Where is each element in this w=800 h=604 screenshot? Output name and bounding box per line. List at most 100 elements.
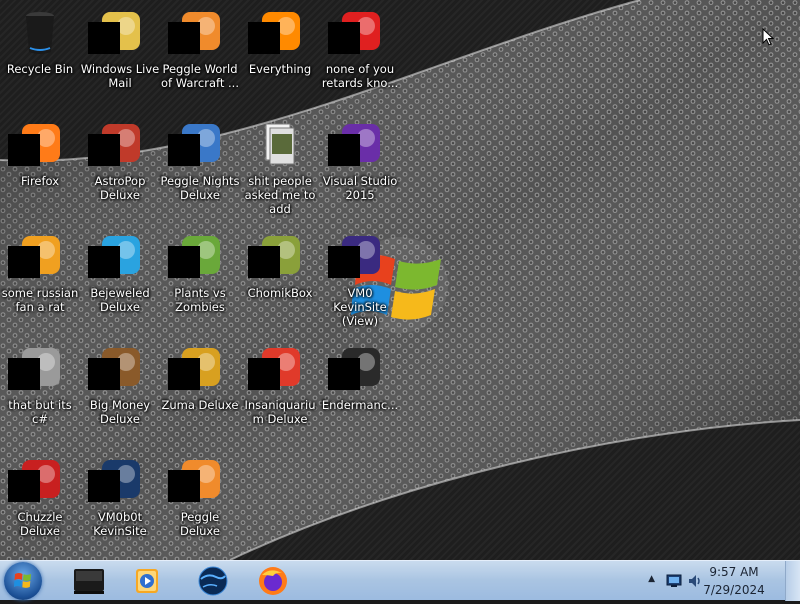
redaction-box [88, 246, 120, 278]
desktop-icon-label: Insaniquarium Deluxe [244, 398, 316, 426]
desktop-icon[interactable]: that but its c# [0, 338, 80, 448]
desktop-icon-label: VM0b0t KevinSite [93, 510, 147, 538]
redaction-box [88, 470, 120, 502]
desktop-icon-label: Bejeweled Deluxe [90, 286, 150, 314]
desktop-icon-label: shit people asked me to add [244, 174, 316, 216]
bejeweled-icon [88, 232, 144, 280]
vm-icon [328, 232, 384, 280]
desktop-icon[interactable]: VM0 KevinSite (View) [320, 226, 400, 336]
terminal-icon [328, 344, 384, 392]
desktop-icon[interactable]: VM0b0t KevinSite [80, 450, 160, 560]
globe-icon [198, 566, 228, 596]
show-desktop-button[interactable] [785, 561, 800, 601]
peggle-nights-icon [168, 120, 224, 168]
desktop-icon[interactable]: Firefox [0, 114, 80, 224]
redaction-box [248, 22, 280, 54]
recycle-bin-icon [16, 8, 64, 56]
desktop-icon[interactable]: none of you retards kno... [320, 2, 400, 112]
desktop-icon-label: that but its c# [8, 398, 72, 426]
desktop-icon[interactable]: Visual Studio 2015 [320, 114, 400, 224]
redaction-box [328, 358, 360, 390]
chuzzle-icon [8, 456, 64, 504]
desktop-icon[interactable]: some russian fan a rat [0, 226, 80, 336]
desktop-icon-label: VM0 KevinSite (View) [333, 286, 387, 328]
redaction-box [8, 246, 40, 278]
windows-live-mail-icon [88, 8, 144, 56]
redaction-box [328, 246, 360, 278]
plants-vs-zombies-icon [168, 232, 224, 280]
redaction-box [168, 246, 200, 278]
redaction-box [168, 134, 200, 166]
zuma-icon [168, 344, 224, 392]
redaction-box [88, 358, 120, 390]
desktop-icon-label: Endermanc... [321, 398, 399, 412]
redaction-box [8, 134, 40, 166]
desktop-icon[interactable]: AstroPop Deluxe [80, 114, 160, 224]
redaction-box [168, 358, 200, 390]
taskbar-firefox-button[interactable] [246, 563, 300, 599]
desktop-icon[interactable]: Peggle World of Warcraft ... [160, 2, 240, 112]
desktop-icon-label: Visual Studio 2015 [322, 174, 398, 202]
big-money-icon [88, 344, 144, 392]
folder-icon [256, 120, 304, 168]
desktop-icon[interactable]: Chuzzle Deluxe [0, 450, 80, 560]
desktop-icon-label: Peggle Deluxe [180, 510, 220, 538]
desktop-icon[interactable]: Plants vs Zombies [160, 226, 240, 336]
redaction-box [248, 358, 280, 390]
media-player-icon [136, 569, 158, 593]
desktop-icon-label: Zuma Deluxe [161, 398, 239, 412]
desktop-icon[interactable]: Everything [240, 2, 320, 112]
red-circle-icon [328, 8, 384, 56]
desktop-icon[interactable]: Endermanc... [320, 338, 400, 448]
clock-date[interactable]: 7/29/2024 [694, 583, 774, 597]
desktop-icon[interactable]: Insaniquarium Deluxe [240, 338, 320, 448]
clock-time[interactable]: 9:57 AM [694, 565, 774, 579]
desktop-icon-label: Recycle Bin [6, 62, 74, 76]
insaniquarium-icon [248, 344, 304, 392]
desktop-icon[interactable]: shit people asked me to add [240, 114, 320, 224]
desktop-icon-label: none of you retards kno... [321, 62, 399, 90]
desktop-icon[interactable]: Bejeweled Deluxe [80, 226, 160, 336]
desktop-icon[interactable]: ChomikBox [240, 226, 320, 336]
astropop-icon [88, 120, 144, 168]
network-icon[interactable] [666, 574, 682, 588]
firefox-icon [8, 120, 64, 168]
desktop-icon[interactable]: Recycle Bin [0, 2, 80, 112]
everything-search-icon [248, 8, 304, 56]
taskbar-media-center-button[interactable] [62, 563, 116, 599]
redaction-box [168, 22, 200, 54]
redaction-box [328, 22, 360, 54]
chomikbox-icon [248, 232, 304, 280]
peggle-deluxe-icon [168, 456, 224, 504]
system-tray: ▲ 9:57 AM 7/29/2024 [640, 561, 800, 601]
desktop-icon-label: Windows Live Mail [80, 62, 160, 90]
redaction-box [88, 22, 120, 54]
redaction-box [8, 470, 40, 502]
desktop-icon-label: Chuzzle Deluxe [17, 510, 63, 538]
start-button[interactable] [4, 562, 42, 600]
desktop-icon-label: Peggle World of Warcraft ... [161, 62, 239, 90]
desktop-icon[interactable]: Peggle Nights Deluxe [160, 114, 240, 224]
firefox-icon [259, 567, 287, 595]
redaction-box [328, 134, 360, 166]
desktop-icon-label: Peggle Nights Deluxe [160, 174, 240, 202]
taskbar-globe-button[interactable] [186, 563, 240, 599]
desktop-icon-label: Plants vs Zombies [174, 286, 226, 314]
desktop-icon[interactable]: Zuma Deluxe [160, 338, 240, 448]
visual-studio-icon [328, 120, 384, 168]
desktop-icon-label: Firefox [20, 174, 60, 188]
peggle-icon [168, 8, 224, 56]
vm-bot-icon [88, 456, 144, 504]
taskbar: ▲ 9:57 AM 7/29/2024 [0, 560, 800, 601]
stack-icon [8, 344, 64, 392]
desktop-icon-label: ChomikBox [247, 286, 313, 300]
show-hidden-icons-chevron-icon[interactable]: ▲ [648, 574, 655, 584]
desktop-icon[interactable]: Windows Live Mail [80, 2, 160, 112]
desktop-icon-label: some russian fan a rat [1, 286, 79, 314]
desktop-icon[interactable]: Peggle Deluxe [160, 450, 240, 560]
redaction-box [88, 134, 120, 166]
desktop-icon-label: Big Money Deluxe [89, 398, 151, 426]
taskbar-media-player-button[interactable] [120, 563, 174, 599]
desktop-icon[interactable]: Big Money Deluxe [80, 338, 160, 448]
windows-orb-icon [14, 573, 31, 588]
